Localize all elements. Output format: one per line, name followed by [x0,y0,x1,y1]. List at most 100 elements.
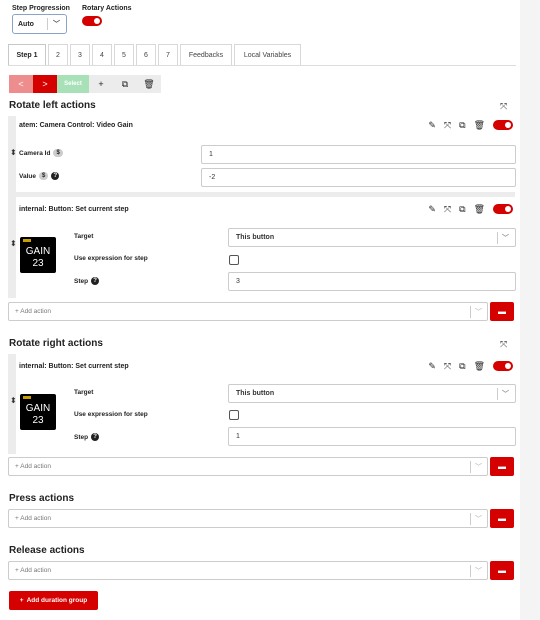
tab-step-2[interactable]: 2 [48,44,68,65]
delete-icon[interactable]: 🗑 [474,361,485,371]
chevron-down-icon: ﹀ [502,391,509,398]
select-separator [470,513,471,525]
add-action-placeholder: + Add action [15,463,51,470]
camera-id-input[interactable]: 1 [201,145,516,164]
select-step-button[interactable]: Select [57,75,89,93]
target-select[interactable]: This button ﹀ [228,228,516,247]
drag-handle-icon[interactable]: ⬍ [10,239,17,248]
edit-icon[interactable]: ✎ [428,120,436,130]
use-expression-label: Use expression for step [74,411,148,418]
tab-step-6[interactable]: 6 [136,44,156,65]
browse-actions-button[interactable]: ▬ [490,457,514,476]
rotary-actions-toggle[interactable] [82,16,102,28]
step-progression-value: Auto [18,20,34,28]
action-icons: ✎ ⤧ ⧉ 🗑 [428,120,513,130]
browse-actions-button[interactable]: ▬ [490,561,514,580]
action-title: internal: Button: Set current step [19,363,129,370]
target-label: Target [74,389,94,396]
preview-tag [23,396,31,399]
use-expression-checkbox[interactable] [229,410,239,420]
delete-step-button[interactable]: 🗑 [137,75,161,93]
add-step-button[interactable]: + [89,75,113,93]
value-input[interactable]: -2 [201,168,516,187]
step-label: Step ? [74,433,100,441]
tab-local-variables[interactable]: Local Variables [234,44,301,65]
action-camera-gain: atem: Camera Control: Video Gain ✎ ⤧ ⧉ 🗑… [10,116,516,192]
action-title: internal: Button: Set current step [19,206,129,213]
enable-toggle[interactable] [493,361,513,371]
select-separator [470,565,471,577]
drag-handle-icon[interactable]: ⬍ [10,396,17,405]
target-select[interactable]: This button ﹀ [228,384,516,403]
scrollbar-track[interactable] [520,0,540,620]
value-label: Value $ ? [19,172,60,180]
rotary-actions-label: Rotary Actions [82,5,132,12]
button-preview: GAIN 23 [20,394,56,430]
duplicate-icon[interactable]: ⧉ [459,120,465,130]
tab-step-4[interactable]: 4 [92,44,112,65]
add-action-placeholder: + Add action [15,308,51,315]
rotate-left-add-row: + Add action ﹀ ▬ [8,302,514,321]
collapse-icon[interactable]: ⤧ [444,361,451,371]
toggle-switch[interactable] [82,16,102,26]
enable-toggle[interactable] [493,120,513,130]
chevron-down-icon: ﹀ [475,309,482,316]
collapse-icon[interactable]: ⤧ [444,120,451,130]
enable-toggle[interactable] [493,204,513,214]
duplicate-step-button[interactable]: ⧉ [113,75,137,93]
chevron-down-icon: ﹀ [475,516,482,523]
duplicate-icon[interactable]: ⧉ [459,361,465,371]
previous-step-button[interactable]: < [9,75,33,93]
tab-feedbacks[interactable]: Feedbacks [180,44,232,65]
step-toolbar: < > Select + ⧉ 🗑 [9,75,161,93]
rotate-left-group: atem: Camera Control: Video Gain ✎ ⤧ ⧉ 🗑… [8,116,516,298]
step-input[interactable]: 1 [228,427,516,446]
tab-step-1[interactable]: Step 1 [8,44,46,65]
use-expression-checkbox[interactable] [229,255,239,265]
camera-id-label: Camera Id $ [19,149,63,157]
delete-icon[interactable]: 🗑 [474,120,485,130]
add-action-input[interactable]: + Add action ﹀ [8,561,488,580]
tab-step-7[interactable]: 7 [158,44,178,65]
select-separator [470,306,471,318]
add-action-input[interactable]: + Add action ﹀ [8,457,488,476]
camera-id-text: Camera Id [19,149,51,157]
drag-handle-icon[interactable]: ⬍ [10,148,17,157]
help-icon[interactable]: ? [91,433,100,441]
edit-icon[interactable]: ✎ [428,361,436,371]
target-value: This button [236,390,275,397]
browse-actions-button[interactable]: ▬ [490,509,514,528]
action-icons: ✎ ⤧ ⧉ 🗑 [428,361,513,371]
delete-icon[interactable]: 🗑 [474,204,485,214]
edit-icon[interactable]: ✎ [428,204,436,214]
rotate-right-group: internal: Button: Set current step ✎ ⤧ ⧉… [8,354,516,454]
preview-line-2: 23 [32,258,44,269]
rotate-left-heading: Rotate left actions [9,100,96,111]
browse-actions-button[interactable]: ▬ [490,302,514,321]
button-editor-panel: Step Progression Auto ﹀ Rotary Actions S… [0,0,520,620]
help-icon[interactable]: ? [91,277,100,285]
target-value: This button [236,234,275,241]
duplicate-icon[interactable]: ⧉ [459,204,465,214]
folder-icon: ▬ [498,514,506,523]
folder-icon: ▬ [498,462,506,471]
variable-badge: $ [53,149,63,157]
tab-step-5[interactable]: 5 [114,44,134,65]
step-progression-select[interactable]: Auto ﹀ [12,14,67,34]
button-preview: GAIN 23 [20,237,56,273]
preview-line-2: 23 [32,415,44,426]
step-input[interactable]: 3 [228,272,516,291]
collapse-icon[interactable]: ⤧ [500,101,507,112]
next-step-button[interactable]: > [33,75,57,93]
tab-step-3[interactable]: 3 [70,44,90,65]
group-side-bar [8,116,16,298]
rotate-right-heading: Rotate right actions [9,338,103,349]
collapse-icon[interactable]: ⤧ [444,204,451,214]
help-icon[interactable]: ? [51,172,60,180]
add-duration-group-button[interactable]: + Add duration group [9,591,98,610]
collapse-icon[interactable]: ⤧ [500,339,507,350]
add-action-input[interactable]: + Add action ﹀ [8,509,488,528]
step-text: Step [74,433,89,441]
variable-badge: $ [38,172,49,180]
add-action-input[interactable]: + Add action ﹀ [8,302,488,321]
